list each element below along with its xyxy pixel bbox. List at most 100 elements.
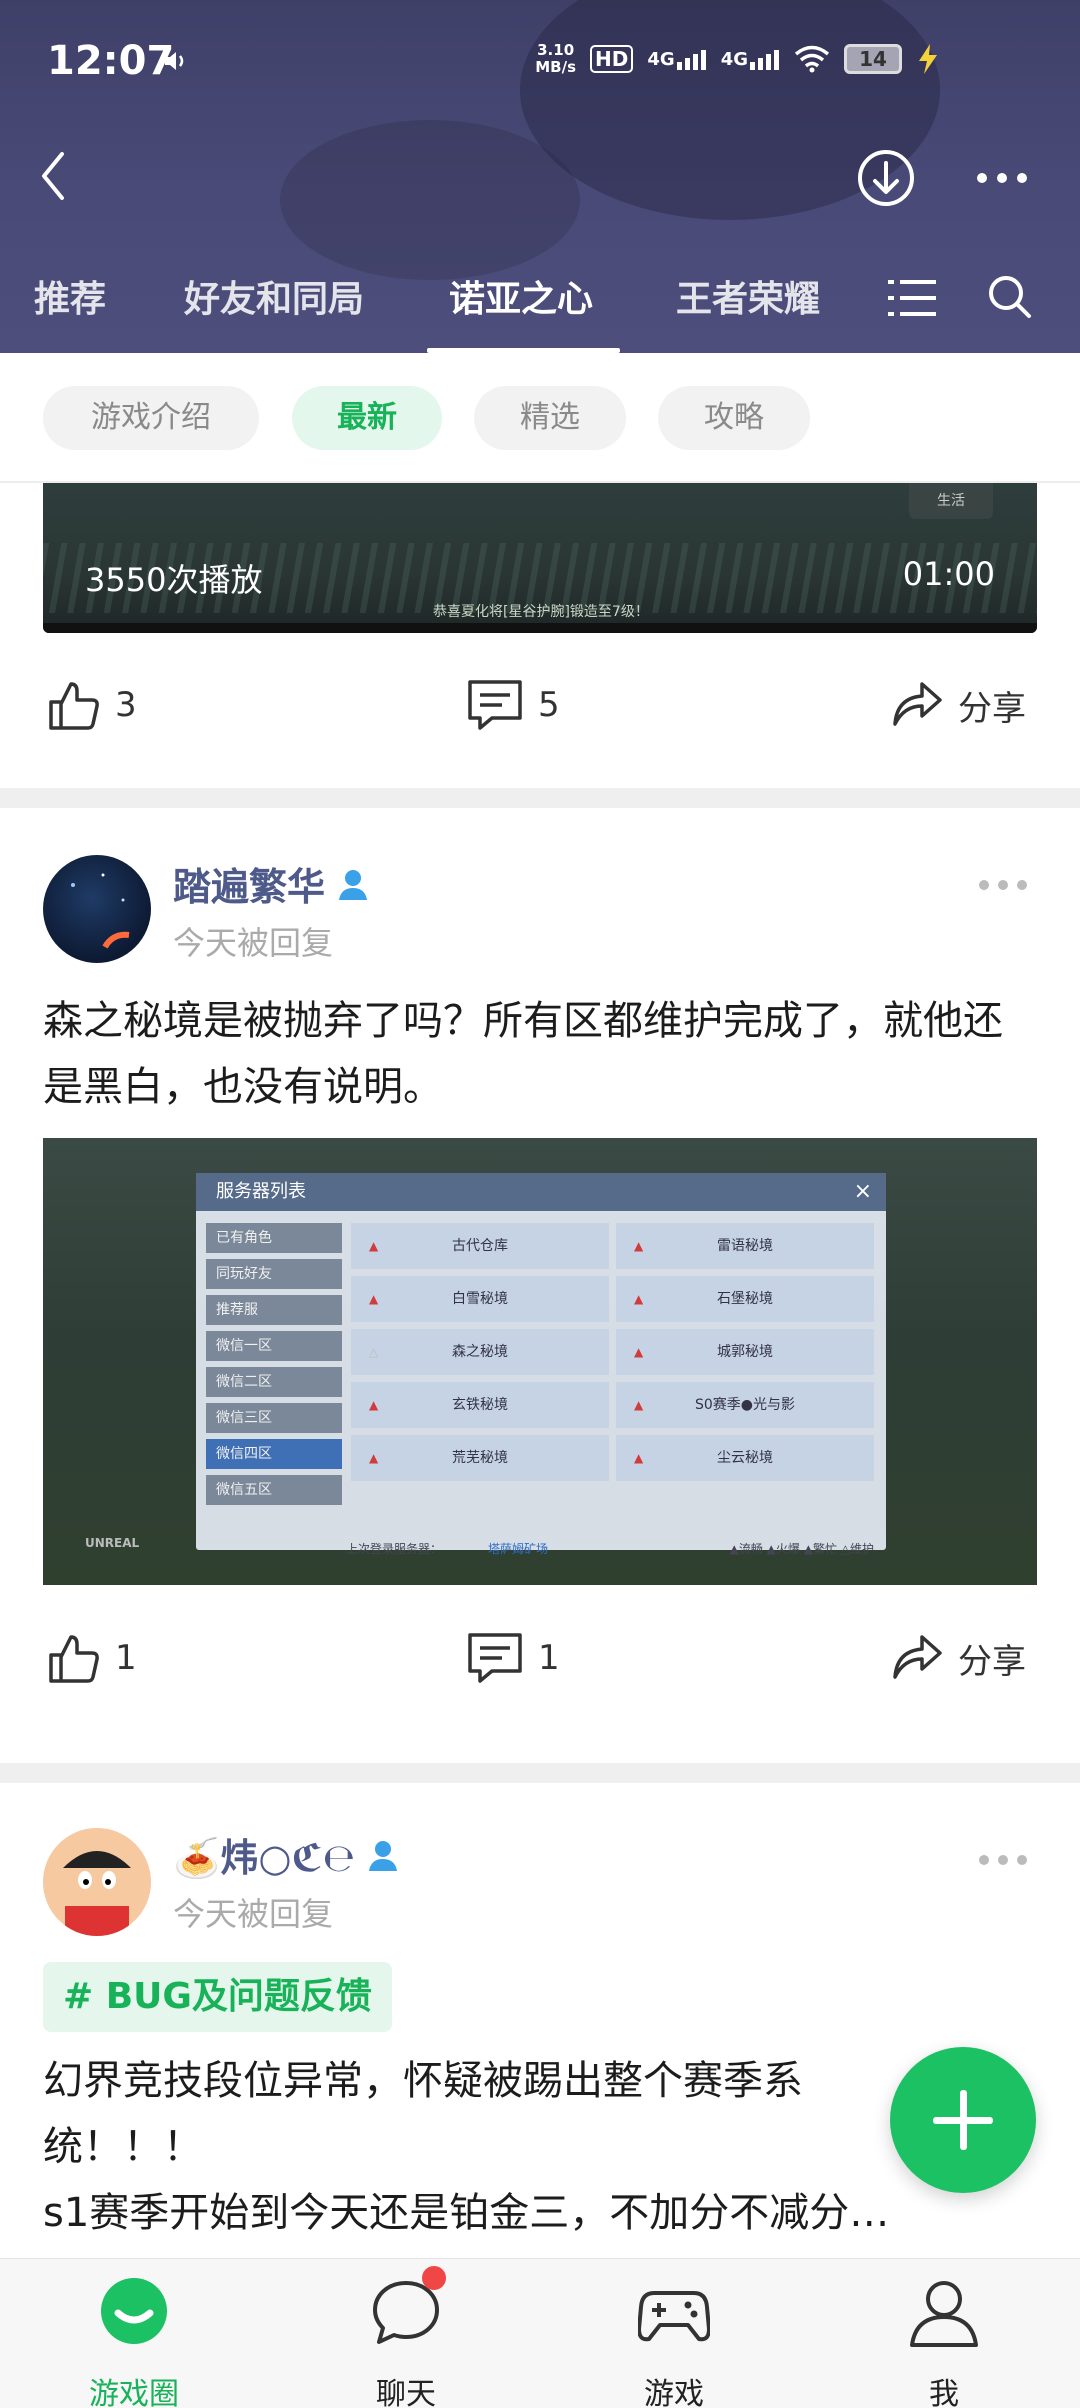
game-circle-icon: [101, 2278, 167, 2344]
net-speed: 3.10 MB/s: [535, 41, 577, 76]
back-arrow-icon[interactable]: [32, 146, 76, 206]
comment-icon: [468, 680, 522, 730]
charging-icon: [919, 44, 937, 74]
nav-games[interactable]: 游戏: [594, 2259, 754, 2408]
like-count: 3: [115, 685, 137, 725]
app-header: 12:07 3.10 MB/s HD 4G 4G 14 推荐 好友和同局 诺亚之…: [0, 0, 1080, 353]
top-tab-bar: 推荐 好友和同局 诺亚之心 王者荣耀: [0, 256, 1080, 353]
signal-4g-icon: 4G: [647, 48, 706, 70]
avatar-image: [71, 873, 130, 949]
create-post-button[interactable]: [890, 2047, 1036, 2193]
post-card[interactable]: 踏遍繁华 今天被回复 森之秘境是被抛弃了吗？所有区都维护完成了，就他还是黑白，也…: [0, 808, 1080, 1683]
clock: 12:07: [47, 38, 175, 84]
server-category: 已有角色: [206, 1223, 342, 1253]
list-menu-icon[interactable]: [888, 276, 938, 320]
status-bar: 12:07 3.10 MB/s HD 4G 4G 14: [0, 0, 1080, 128]
video-subtitle: 恭喜夏化将[星谷护腕]锻造至7级！: [433, 604, 649, 620]
tab-friends[interactable]: 好友和同局: [184, 270, 364, 322]
post-more-icon[interactable]: [978, 878, 1028, 892]
server-category: 微信二区: [206, 1367, 342, 1397]
post-actions: 1 1 分享: [0, 1631, 1080, 1711]
download-icon[interactable]: [856, 148, 916, 208]
close-icon: ×: [853, 1179, 872, 1204]
post-actions: 3 5 分享: [0, 678, 1080, 758]
topic-tag[interactable]: # BUG及问题反馈: [43, 1962, 392, 2032]
avatar-image: [43, 1828, 151, 1936]
comment-button[interactable]: 5: [466, 678, 560, 732]
video-progress-track: [43, 623, 1037, 633]
like-button[interactable]: 3: [47, 678, 137, 732]
engine-logo: UNREAL: [85, 1536, 140, 1550]
chip-guide[interactable]: 攻略: [658, 386, 810, 450]
server-category: 微信四区: [206, 1439, 342, 1469]
comment-button[interactable]: 1: [466, 1631, 560, 1685]
thumbs-up-icon: [49, 1635, 99, 1683]
post-image[interactable]: 服务器列表 × 已有角色 同玩好友 推荐服 微信一区 微信二区 微信三区 微信四…: [43, 1138, 1037, 1585]
status-icons: 3.10 MB/s HD 4G 4G 14: [535, 42, 940, 76]
panel-title: 服务器列表: [196, 1173, 886, 1211]
avatar[interactable]: [43, 855, 151, 963]
nav-chat[interactable]: 聊天: [326, 2259, 486, 2408]
gamepad-icon: [638, 2291, 710, 2342]
thumbs-up-icon: [49, 682, 99, 730]
server-category: 同玩好友: [206, 1259, 342, 1289]
share-button[interactable]: 分享: [890, 1631, 1026, 1685]
post-divider: [0, 788, 1080, 808]
search-icon[interactable]: [987, 274, 1033, 320]
post-more-icon[interactable]: [978, 1853, 1028, 1867]
post-time: 今天被回复: [173, 1895, 334, 1933]
server-list-panel: 服务器列表 × 已有角色 同玩好友 推荐服 微信一区 微信二区 微信三区 微信四…: [196, 1173, 886, 1556]
server-category: 微信五区: [206, 1475, 342, 1505]
video-thumbnail[interactable]: 生活 3550次播放 01:00 恭喜夏化将[星谷护腕]锻造至7级！: [43, 483, 1037, 633]
username[interactable]: 踏遍繁华: [173, 856, 371, 911]
verified-user-icon: [339, 869, 368, 900]
share-icon: [893, 682, 942, 726]
username[interactable]: 🍝炜○ℭ℮: [173, 1827, 401, 1882]
server-entry: ▲ 古代仓库: [351, 1223, 609, 1269]
server-entry: ▲ 白雪秘境: [351, 1276, 609, 1322]
signal-4g-icon: 4G: [721, 48, 780, 70]
server-category: 推荐服: [206, 1295, 342, 1325]
post-feed[interactable]: 生活 3550次播放 01:00 恭喜夏化将[星谷护腕]锻造至7级！ 3 5 分…: [0, 483, 1080, 2258]
profile-icon: [910, 2281, 978, 2347]
hd-icon: HD: [590, 45, 634, 73]
video-duration: 01:00: [902, 555, 995, 593]
battery-icon: 14: [844, 44, 902, 74]
like-button[interactable]: 1: [47, 1631, 137, 1685]
post-text[interactable]: 幻界竞技段位异常，怀疑被踢出整个赛季系 统！！！ s1赛季开始到今天还是铂金三，…: [43, 2048, 1037, 2246]
bottom-navigation: 游戏圈 聊天 游戏 我: [0, 2258, 1080, 2408]
server-entry: ▲ 雷语秘境: [616, 1223, 874, 1269]
chip-featured[interactable]: 精选: [474, 386, 626, 450]
video-corner-label: 生活: [909, 483, 993, 519]
wifi-icon: [794, 45, 830, 73]
tab-noah-heart[interactable]: 诺亚之心: [449, 270, 593, 322]
more-options-icon[interactable]: [976, 170, 1028, 186]
post-card[interactable]: 🍝炜○ℭ℮ 今天被回复 # BUG及问题反馈 幻界竞技段位异常，怀疑被踢出整个赛…: [0, 1783, 1080, 2258]
filter-chip-bar: 游戏介绍 最新 精选 攻略: [0, 353, 1080, 483]
tab-recommend[interactable]: 推荐: [34, 270, 106, 322]
post-divider: [0, 1763, 1080, 1783]
top-navigation: [0, 128, 1080, 238]
post-time: 今天被回复: [173, 924, 334, 962]
comment-count: 1: [538, 1638, 560, 1678]
share-icon: [893, 1635, 942, 1679]
server-category: 微信三区: [206, 1403, 342, 1433]
server-entry: ▲ 尘云秘境: [616, 1435, 874, 1481]
post-text[interactable]: 森之秘境是被抛弃了吗？所有区都维护完成了，就他还是黑白，也没有说明。: [43, 988, 1037, 1120]
tab-honor-of-kings[interactable]: 王者荣耀: [676, 270, 820, 322]
avatar[interactable]: [43, 1828, 151, 1936]
nav-game-circle[interactable]: 游戏圈: [54, 2259, 214, 2408]
verified-user-icon: [369, 1840, 398, 1871]
share-button[interactable]: 分享: [890, 678, 1026, 732]
nav-me[interactable]: 我: [864, 2259, 1024, 2408]
chip-latest[interactable]: 最新: [292, 386, 442, 450]
share-label: 分享: [958, 688, 1026, 729]
comment-icon: [468, 1633, 522, 1683]
server-entry: △ 森之秘境: [351, 1329, 609, 1375]
server-entry: ▲ 城郭秘境: [616, 1329, 874, 1375]
video-play-count: 3550次播放: [85, 561, 263, 599]
server-entry: ▲ 荒芜秘境: [351, 1435, 609, 1481]
like-count: 1: [115, 1638, 137, 1678]
comment-count: 5: [538, 685, 560, 725]
chip-game-intro[interactable]: 游戏介绍: [43, 386, 259, 450]
